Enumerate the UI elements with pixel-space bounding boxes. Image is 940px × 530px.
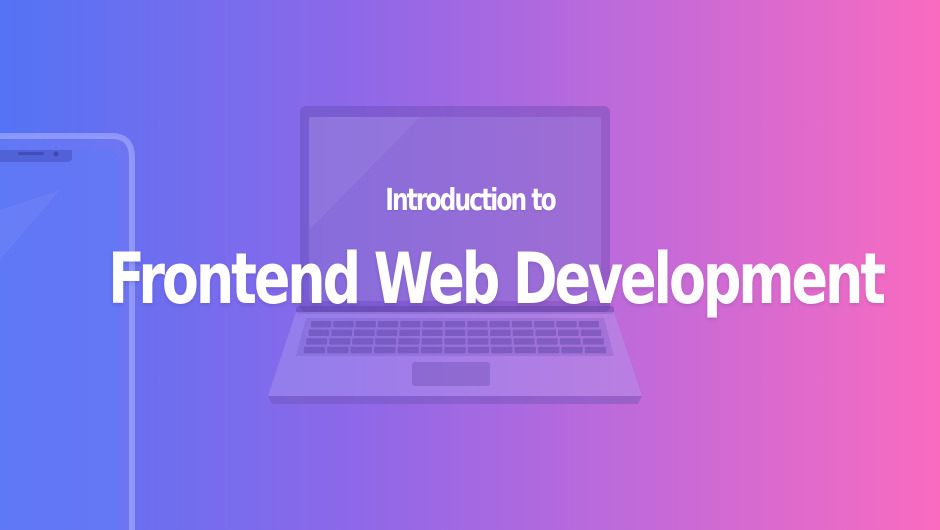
banner-headline: Frontend Web Development [108, 238, 886, 320]
title-block: Introduction to Frontend Web Development [0, 0, 940, 530]
banner-subtitle: Introduction to [385, 183, 557, 218]
hero-banner: Introduction to Frontend Web Development [0, 0, 940, 530]
